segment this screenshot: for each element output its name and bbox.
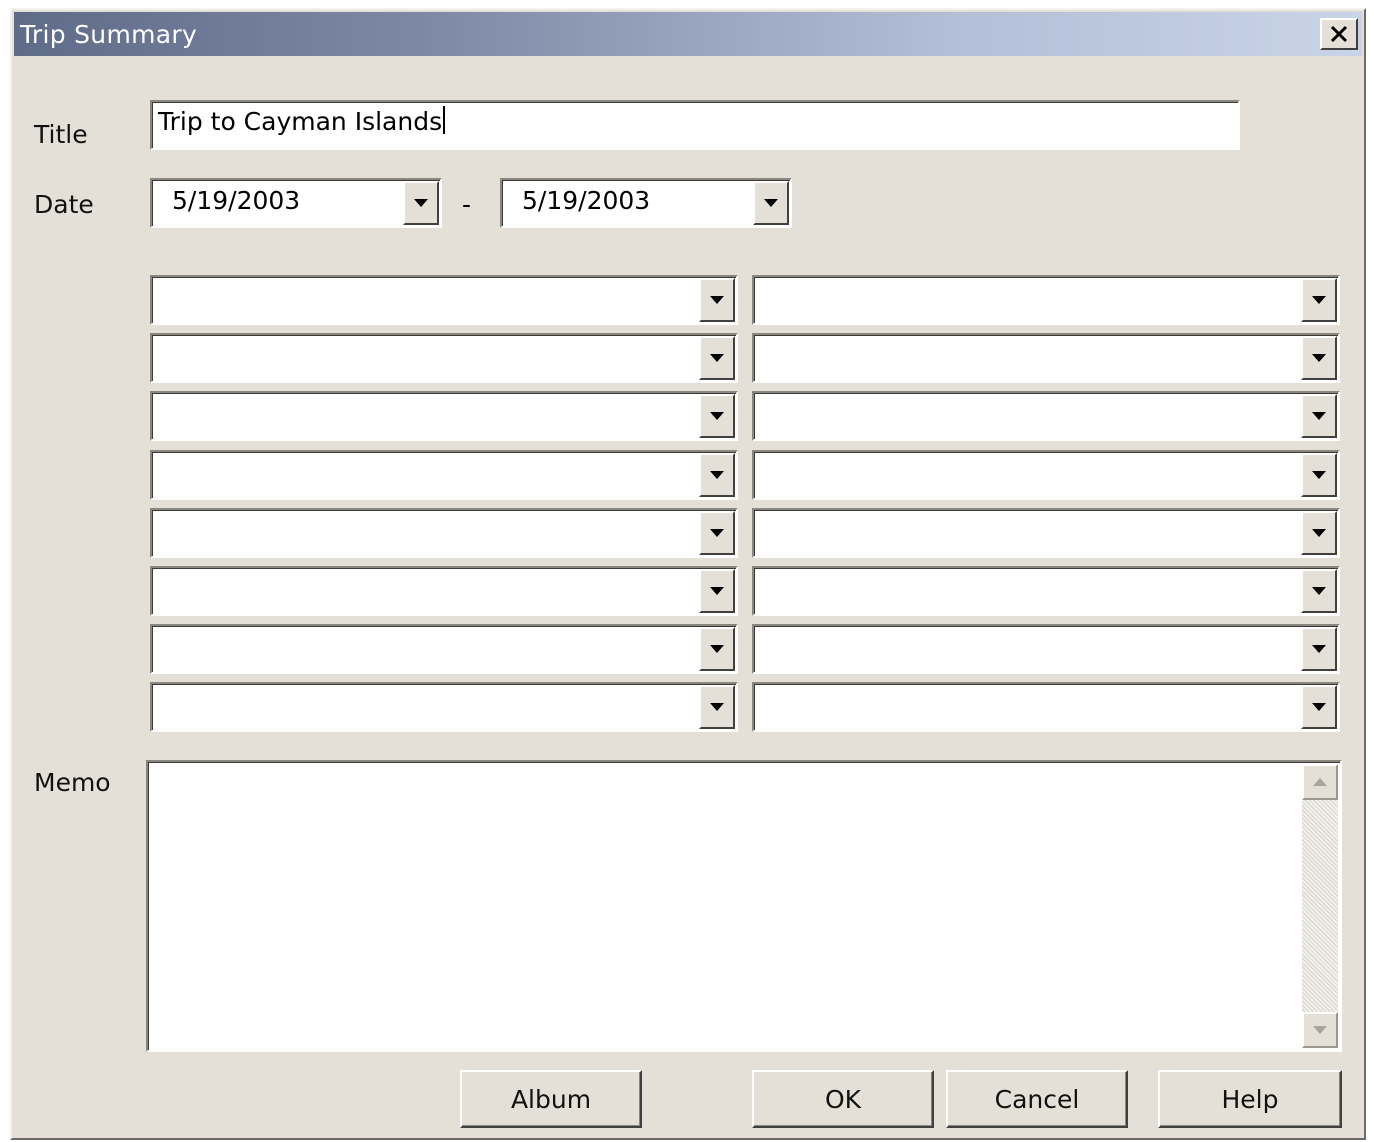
chevron-down-icon <box>710 354 724 363</box>
combo-dropdown-button[interactable] <box>1301 569 1337 613</box>
chevron-down-icon <box>764 199 778 207</box>
category-combo-right-4[interactable] <box>752 449 1340 500</box>
category-combo-left-7[interactable] <box>150 624 738 675</box>
category-combo-right-7[interactable] <box>752 624 1340 675</box>
chevron-down-icon <box>710 587 724 595</box>
chevron-down-icon <box>710 528 724 537</box>
start-date-value: 5/19/2003 <box>172 186 301 215</box>
category-combo-right-8[interactable] <box>752 682 1340 733</box>
combo-dropdown-button[interactable] <box>1301 510 1337 555</box>
cancel-button[interactable]: Cancel <box>946 1070 1128 1128</box>
chevron-down-icon <box>710 296 724 304</box>
combo-dropdown-button[interactable] <box>699 336 735 381</box>
title-label: Title <box>34 120 88 149</box>
scroll-down-icon <box>1313 1026 1327 1034</box>
combo-dropdown-button[interactable] <box>1301 336 1337 381</box>
category-combo-right-6[interactable] <box>752 566 1340 616</box>
combo-dropdown-button[interactable] <box>699 627 735 672</box>
window-title: Trip Summary <box>20 20 198 49</box>
album-button[interactable]: Album <box>460 1070 642 1128</box>
title-bar[interactable]: Trip Summary <box>14 12 1362 56</box>
memo-textarea[interactable] <box>146 760 1342 1052</box>
combo-dropdown-button[interactable] <box>1301 278 1337 322</box>
category-combo-left-2[interactable] <box>150 333 738 384</box>
chevron-down-icon <box>1312 587 1326 595</box>
chevron-down-icon <box>1312 528 1326 537</box>
category-combo-left-8[interactable] <box>150 682 738 733</box>
start-date-dropdown-button[interactable] <box>403 181 439 225</box>
memo-label: Memo <box>34 768 111 797</box>
chevron-down-icon <box>710 645 724 654</box>
combo-dropdown-button[interactable] <box>699 569 735 613</box>
combo-dropdown-button[interactable] <box>1301 452 1337 497</box>
combo-dropdown-button[interactable] <box>699 394 735 439</box>
end-date-dropdown-button[interactable] <box>753 181 789 225</box>
category-combo-right-2[interactable] <box>752 333 1340 384</box>
help-button[interactable]: Help <box>1158 1070 1342 1128</box>
combo-dropdown-button[interactable] <box>699 452 735 497</box>
chevron-down-icon <box>710 470 724 479</box>
ok-button[interactable]: OK <box>752 1070 934 1128</box>
chevron-down-icon <box>1312 412 1326 421</box>
chevron-down-icon <box>414 199 428 207</box>
chevron-down-icon <box>1312 645 1326 654</box>
chevron-down-icon <box>710 412 724 421</box>
end-date-value: 5/19/2003 <box>522 186 651 215</box>
combo-dropdown-button[interactable] <box>699 510 735 555</box>
title-input-value: Trip to Cayman Islands <box>158 106 446 136</box>
memo-scrollbar[interactable] <box>1302 764 1338 1048</box>
close-icon <box>1330 25 1348 43</box>
end-date-picker[interactable]: 5/19/2003 <box>500 178 792 228</box>
scroll-down-button[interactable] <box>1302 1012 1338 1048</box>
scroll-up-icon <box>1313 778 1327 786</box>
trip-summary-dialog: Trip Summary Title Trip to Cayman Island… <box>10 8 1366 1140</box>
category-combo-left-3[interactable] <box>150 391 738 442</box>
chevron-down-icon <box>1312 703 1326 712</box>
date-label: Date <box>34 190 94 219</box>
category-combo-right-5[interactable] <box>752 507 1340 558</box>
scroll-up-button[interactable] <box>1302 764 1338 800</box>
start-date-picker[interactable]: 5/19/2003 <box>150 178 442 228</box>
category-combo-left-6[interactable] <box>150 566 738 616</box>
chevron-down-icon <box>1312 296 1326 304</box>
category-combo-left-1[interactable] <box>150 275 738 325</box>
combo-dropdown-button[interactable] <box>699 278 735 322</box>
combo-dropdown-button[interactable] <box>699 685 735 730</box>
chevron-down-icon <box>1312 470 1326 479</box>
close-button[interactable] <box>1320 18 1358 50</box>
date-separator: - <box>462 190 472 219</box>
category-combo-right-1[interactable] <box>752 275 1340 325</box>
title-input[interactable]: Trip to Cayman Islands <box>150 100 1240 150</box>
combo-dropdown-button[interactable] <box>1301 394 1337 439</box>
category-combo-left-5[interactable] <box>150 507 738 558</box>
category-combo-left-4[interactable] <box>150 449 738 500</box>
combo-dropdown-button[interactable] <box>1301 685 1337 730</box>
text-caret <box>443 106 446 134</box>
combo-dropdown-button[interactable] <box>1301 627 1337 672</box>
chevron-down-icon <box>1312 354 1326 363</box>
chevron-down-icon <box>710 703 724 712</box>
category-combo-right-3[interactable] <box>752 391 1340 442</box>
